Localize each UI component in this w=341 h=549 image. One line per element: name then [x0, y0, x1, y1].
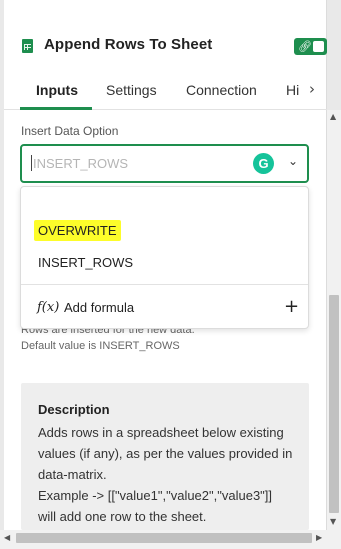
- tab-connection[interactable]: Connection: [186, 82, 257, 98]
- scroll-left-icon[interactable]: ◀: [4, 533, 10, 542]
- tab-bar: Inputs Settings Connection Hi ›: [4, 72, 327, 110]
- insert-data-option-select[interactable]: INSERT_ROWS G ⌄: [20, 144, 309, 183]
- option-insert-rows[interactable]: INSERT_ROWS: [38, 255, 133, 270]
- action-card: Append Rows To Sheet 🔗︎ Inputs Settings …: [4, 0, 327, 530]
- google-sheets-icon: [22, 39, 33, 53]
- enable-toggle[interactable]: 🔗︎: [294, 38, 327, 55]
- panel: Append Rows To Sheet 🔗︎ Inputs Settings …: [0, 0, 341, 549]
- scroll-right-icon[interactable]: ▶: [316, 533, 322, 542]
- description-line: data-matrix.: [38, 467, 107, 482]
- scroll-up-icon[interactable]: ▲: [330, 112, 336, 121]
- formula-icon: f(x): [37, 300, 60, 315]
- text-cursor: [31, 155, 32, 171]
- active-tab-indicator: [20, 107, 92, 110]
- option-overwrite[interactable]: OVERWRITE: [34, 220, 121, 241]
- horizontal-scroll-thumb[interactable]: [16, 533, 312, 543]
- description-line: Example -> [["value1","value2","value3"]…: [38, 488, 273, 503]
- vertical-scroll-thumb[interactable]: [329, 295, 339, 513]
- description-line: values (if any), as per the values provi…: [38, 446, 293, 461]
- description-title: Description: [38, 402, 110, 417]
- description-line: Adds rows in a spreadsheet below existin…: [38, 425, 284, 440]
- horizontal-scrollbar[interactable]: ◀ ▶: [0, 530, 341, 549]
- select-value: INSERT_ROWS: [33, 156, 129, 171]
- menu-divider: [21, 284, 308, 285]
- plus-icon[interactable]: +: [284, 296, 299, 317]
- page-title: Append Rows To Sheet: [44, 36, 213, 53]
- chevron-down-icon[interactable]: ⌄: [288, 154, 298, 168]
- tab-inputs[interactable]: Inputs: [36, 82, 78, 98]
- chevron-right-icon[interactable]: ›: [309, 80, 315, 98]
- scroll-down-icon[interactable]: ▼: [330, 517, 336, 526]
- vertical-scrollbar[interactable]: ▲ ▼: [327, 110, 341, 530]
- grammarly-icon[interactable]: G: [253, 153, 274, 174]
- header: Append Rows To Sheet 🔗︎: [4, 24, 327, 68]
- help-text-line-2: Default value is INSERT_ROWS: [21, 340, 180, 352]
- link-icon: 🔗︎: [298, 40, 312, 53]
- insert-data-option-label: Insert Data Option: [21, 124, 119, 138]
- tab-history[interactable]: Hi: [286, 82, 299, 98]
- tab-settings[interactable]: Settings: [106, 82, 157, 98]
- dropdown-menu: OVERWRITE INSERT_ROWS f(x) Add formula +: [20, 186, 309, 329]
- add-formula-option[interactable]: Add formula: [64, 300, 134, 315]
- description-box: Description Adds rows in a spreadsheet b…: [21, 383, 309, 530]
- toggle-knob: [313, 41, 324, 52]
- description-line: will add one row to the sheet.: [38, 509, 207, 524]
